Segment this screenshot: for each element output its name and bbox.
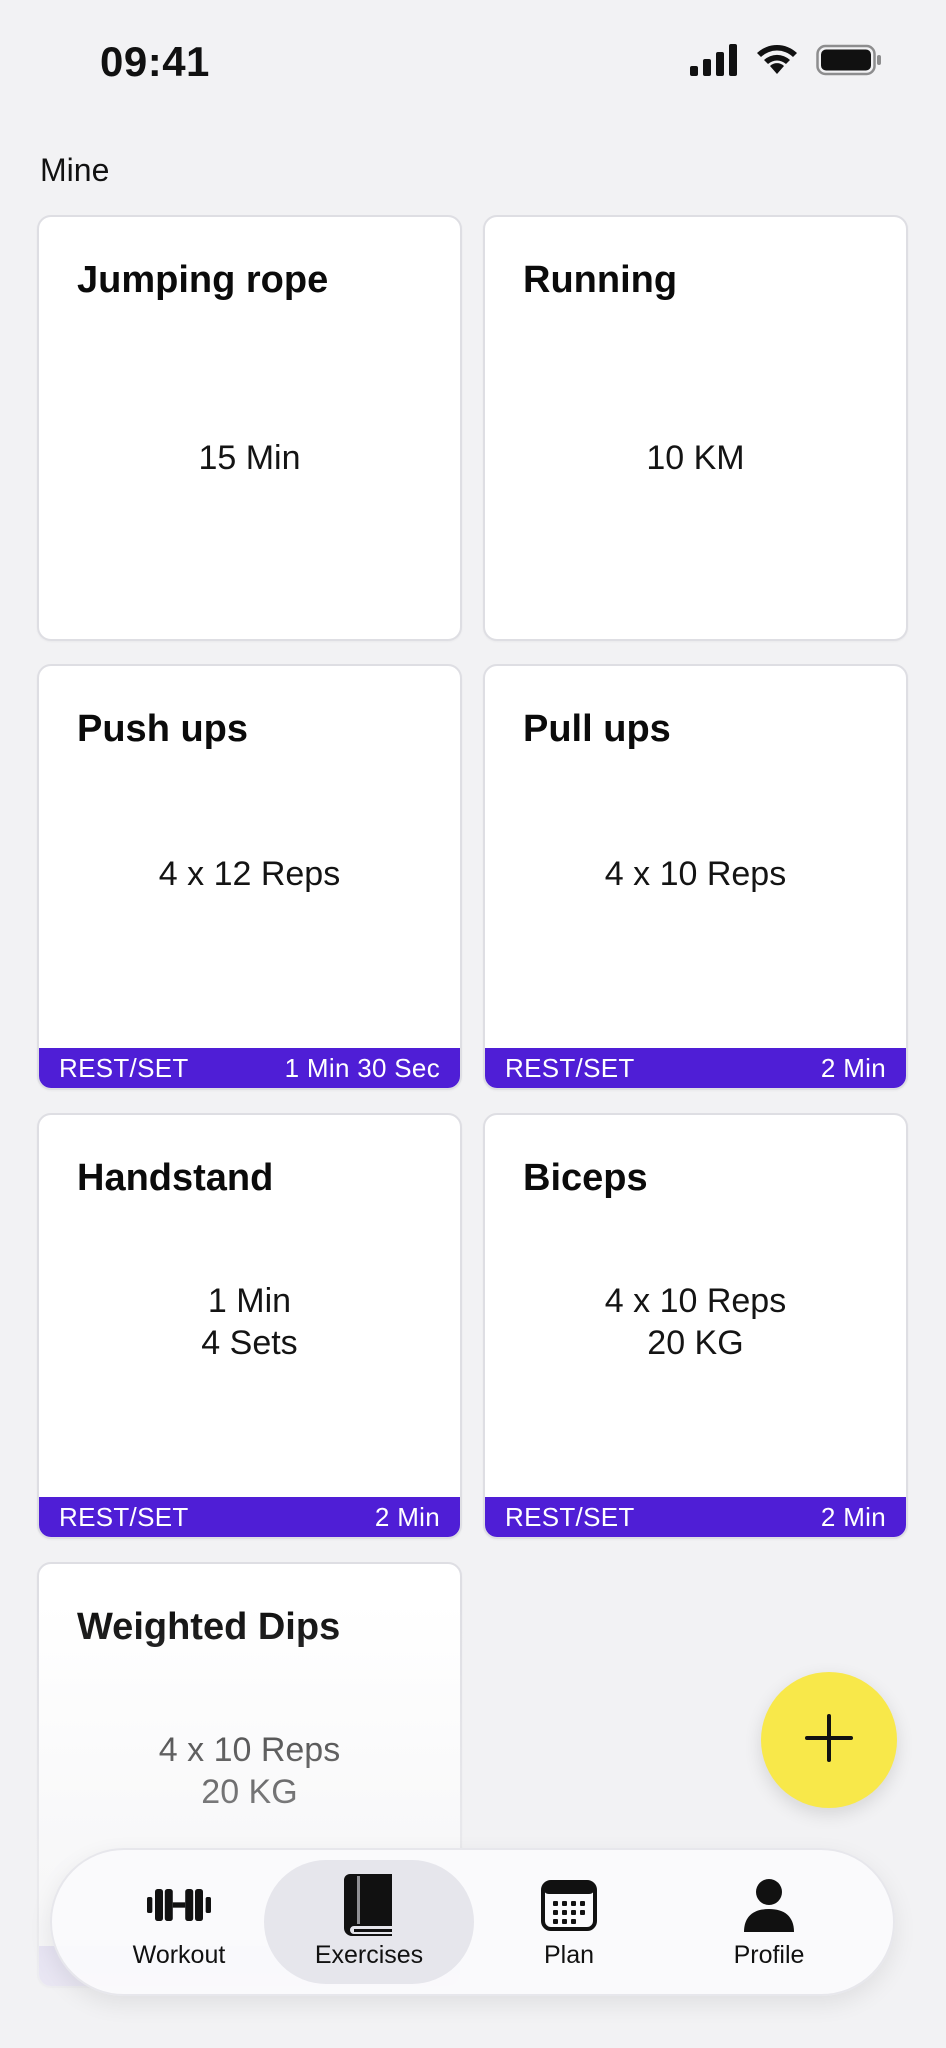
card-detail-line: 4 x 10 Reps bbox=[604, 1282, 787, 1320]
card-detail-line: 4 x 10 Reps bbox=[604, 855, 787, 893]
rest-label: REST/SET bbox=[505, 1501, 635, 1532]
tab-exercises[interactable]: Exercises bbox=[264, 1860, 474, 1984]
rest-per-set-bar: REST/SET 1 Min 30 Sec bbox=[39, 1048, 460, 1088]
card-detail: 1 Min 4 Sets bbox=[39, 1280, 460, 1364]
card-detail: 4 x 10 Reps 20 KG bbox=[39, 1729, 460, 1813]
card-detail-line: 10 KM bbox=[646, 439, 745, 477]
rest-label: REST/SET bbox=[505, 1052, 635, 1083]
card-detail: 15 Min bbox=[39, 437, 460, 479]
rest-value: 2 Min bbox=[820, 1052, 886, 1083]
dumbbell-icon bbox=[147, 1875, 211, 1935]
exercise-card-biceps[interactable]: Biceps 4 x 10 Reps 20 KG REST/SET 2 Min bbox=[483, 1113, 908, 1539]
book-icon bbox=[337, 1873, 401, 1936]
tab-label: Exercises bbox=[314, 1940, 424, 1969]
card-title: Jumping rope bbox=[77, 259, 329, 301]
card-detail-line: 20 KG bbox=[201, 1773, 298, 1811]
add-exercise-button[interactable] bbox=[761, 1672, 897, 1808]
card-title: Pull ups bbox=[523, 708, 671, 750]
card-title: Handstand bbox=[77, 1157, 274, 1199]
tab-label: Plan bbox=[543, 1940, 595, 1969]
rest-label: REST/SET bbox=[59, 1501, 189, 1532]
status-time: 09:41 bbox=[100, 38, 210, 85]
card-detail-line: 4 Sets bbox=[201, 1324, 298, 1362]
rest-value: 1 Min 30 Sec bbox=[284, 1052, 440, 1083]
card-detail-line: 20 KG bbox=[647, 1324, 744, 1362]
tab-plan[interactable]: Plan bbox=[464, 1860, 674, 1984]
tab-label: Profile bbox=[733, 1940, 805, 1969]
calendar-icon bbox=[537, 1875, 601, 1935]
exercise-card-push-ups[interactable]: Push ups 4 x 12 Reps REST/SET 1 Min 30 S… bbox=[37, 664, 462, 1090]
status-bar: 09:41 bbox=[0, 0, 946, 120]
tab-bar: Workout Exercises Plan Profile bbox=[50, 1848, 895, 1996]
card-detail-line: 1 Min bbox=[207, 1282, 292, 1320]
rest-per-set-bar: REST/SET 2 Min bbox=[485, 1497, 906, 1537]
exercise-card-pull-ups[interactable]: Pull ups 4 x 10 Reps REST/SET 2 Min bbox=[483, 664, 908, 1090]
card-detail: 4 x 10 Reps bbox=[485, 853, 906, 895]
card-detail-line: 4 x 12 Reps bbox=[158, 855, 341, 893]
card-title: Biceps bbox=[523, 1157, 648, 1199]
section-title: Mine bbox=[40, 152, 110, 188]
rest-value: 2 Min bbox=[374, 1501, 440, 1532]
tab-workout[interactable]: Workout bbox=[74, 1860, 284, 1984]
wifi-icon bbox=[756, 44, 798, 81]
exercise-card-handstand[interactable]: Handstand 1 Min 4 Sets REST/SET 2 Min bbox=[37, 1113, 462, 1539]
card-detail-line: 4 x 10 Reps bbox=[158, 1731, 341, 1769]
person-icon bbox=[737, 1875, 801, 1935]
rest-per-set-bar: REST/SET 2 Min bbox=[39, 1497, 460, 1537]
exercise-card-running[interactable]: Running 10 KM bbox=[483, 215, 908, 641]
rest-label: REST/SET bbox=[59, 1052, 189, 1083]
card-title: Running bbox=[523, 259, 678, 301]
plus-icon bbox=[803, 1712, 855, 1769]
tab-profile[interactable]: Profile bbox=[664, 1860, 874, 1984]
card-title: Weighted Dips bbox=[77, 1606, 341, 1648]
card-title: Push ups bbox=[77, 708, 249, 750]
battery-icon bbox=[816, 44, 882, 81]
status-icons bbox=[690, 44, 882, 81]
cellular-signal-icon bbox=[690, 44, 738, 81]
exercise-card-jumping-rope[interactable]: Jumping rope 15 Min bbox=[37, 215, 462, 641]
card-detail: 10 KM bbox=[485, 437, 906, 479]
card-detail: 4 x 12 Reps bbox=[39, 853, 460, 895]
tab-label: Workout bbox=[132, 1940, 226, 1969]
rest-per-set-bar: REST/SET 2 Min bbox=[485, 1048, 906, 1088]
rest-value: 2 Min bbox=[820, 1501, 886, 1532]
card-detail-line: 15 Min bbox=[198, 439, 301, 477]
card-detail: 4 x 10 Reps 20 KG bbox=[485, 1280, 906, 1364]
